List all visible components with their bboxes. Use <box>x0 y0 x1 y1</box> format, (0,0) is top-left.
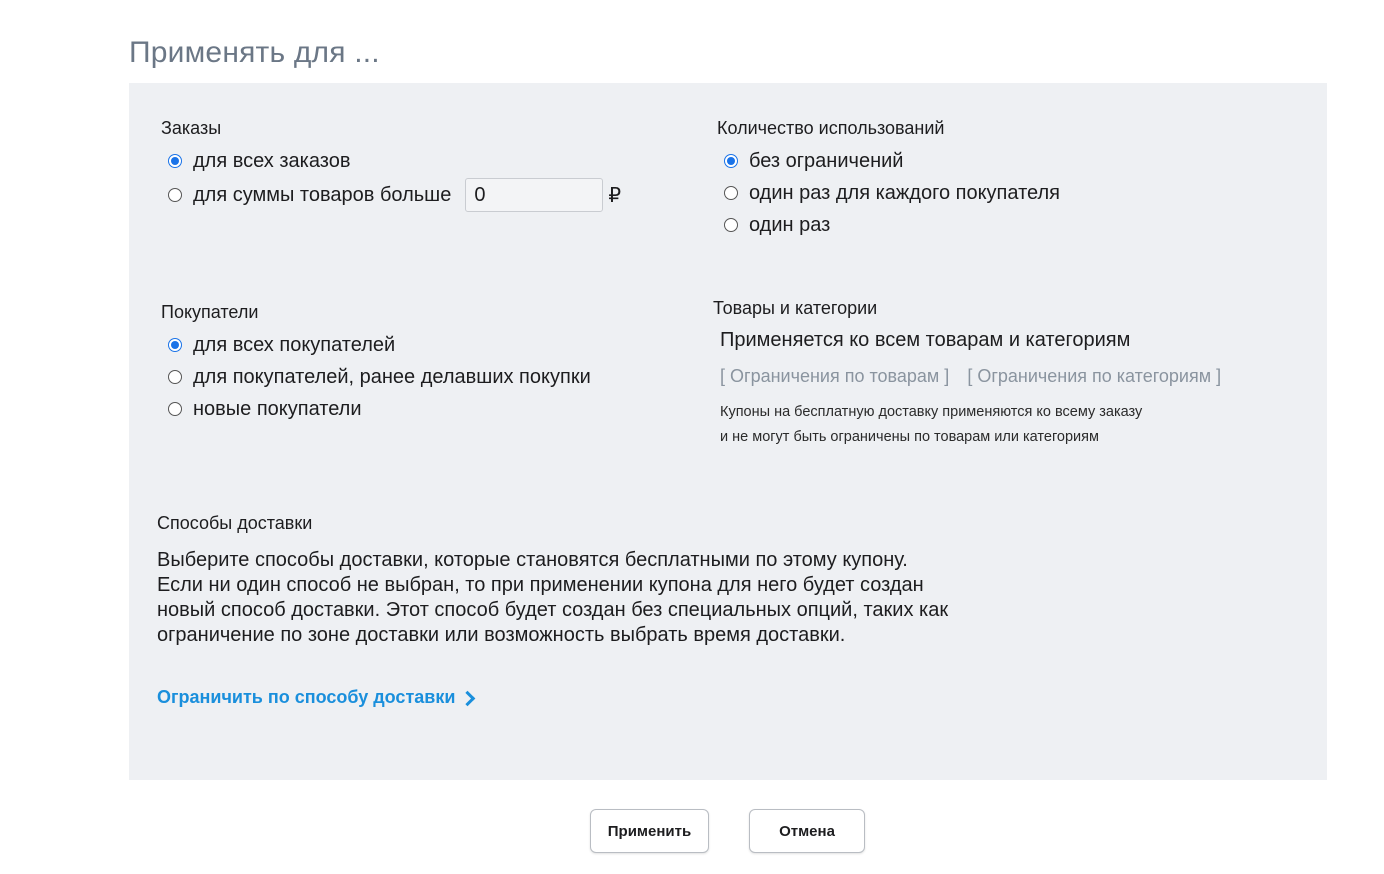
orders-option-min-amount-label: для суммы товаров больше <box>193 183 452 206</box>
usage-option-once-label: один раз <box>749 213 831 236</box>
radio-unchecked-icon[interactable] <box>168 370 182 384</box>
restrict-delivery-link[interactable]: Ограничить по способу доставки <box>157 687 476 708</box>
note-line-1: Купоны на бесплатную доставку применяютс… <box>720 404 1143 420</box>
page-title: Применять для ... <box>129 36 380 69</box>
customers-section-title: Покупатели <box>161 302 259 322</box>
customers-option-returning-label: для покупателей, ранее делавших покупки <box>193 365 591 388</box>
usage-option-once[interactable]: один раз <box>724 212 830 238</box>
usage-option-unlimited[interactable]: без ограничений <box>724 148 903 174</box>
restrict-products-link[interactable]: [ Ограничения по товарам ] <box>720 366 949 387</box>
usage-option-once-per-customer-label: один раз для каждого покупателя <box>749 181 1060 204</box>
usage-option-unlimited-label: без ограничений <box>749 149 904 172</box>
free-shipping-note: Купоны на бесплатную доставку применяютс… <box>720 400 1142 450</box>
delivery-section-title: Способы доставки <box>157 513 313 533</box>
min-amount-input[interactable] <box>465 178 604 212</box>
usage-section-title: Количество использований <box>717 118 945 138</box>
restrict-categories-link[interactable]: [ Ограничения по категориям ] <box>967 366 1221 387</box>
customers-option-returning[interactable]: для покупателей, ранее делавших покупки <box>168 364 591 390</box>
customers-option-all-label: для всех покупателей <box>193 333 396 356</box>
delivery-description: Выберите способы доставки, которые стано… <box>157 549 949 646</box>
chevron-right-icon <box>460 690 476 706</box>
currency-symbol: ₽ <box>608 184 622 207</box>
cancel-button[interactable]: Отмена <box>749 809 865 853</box>
orders-option-min-amount[interactable]: для суммы товаров больше ₽ <box>168 177 621 213</box>
restrict-links: [ Ограничения по товарам ] [ Ограничения… <box>720 366 1221 387</box>
radio-unchecked-icon[interactable] <box>724 218 738 232</box>
customers-option-new[interactable]: новые покупатели <box>168 396 362 422</box>
usage-option-once-per-customer[interactable]: один раз для каждого покупателя <box>724 180 1060 206</box>
orders-section-title: Заказы <box>161 118 222 138</box>
customers-option-new-label: новые покупатели <box>193 397 362 420</box>
apply-button[interactable]: Применить <box>590 809 709 853</box>
radio-unchecked-icon[interactable] <box>724 186 738 200</box>
orders-option-all[interactable]: для всех заказов <box>168 148 350 174</box>
radio-checked-icon[interactable] <box>724 154 738 168</box>
customers-option-all[interactable]: для всех покупателей <box>168 332 395 358</box>
orders-option-all-label: для всех заказов <box>193 149 351 172</box>
radio-checked-icon[interactable] <box>168 338 182 352</box>
restrict-delivery-link-label[interactable]: Ограничить по способу доставки <box>157 687 455 708</box>
radio-unchecked-icon[interactable] <box>168 188 182 202</box>
products-section-title: Товары и категории <box>713 298 878 318</box>
note-line-2: и не могут быть ограничены по товарам ил… <box>720 429 1099 445</box>
radio-unchecked-icon[interactable] <box>168 402 182 416</box>
products-applies-text: Применяется ко всем товарам и категориям <box>720 329 1131 351</box>
radio-checked-icon[interactable] <box>168 154 182 168</box>
